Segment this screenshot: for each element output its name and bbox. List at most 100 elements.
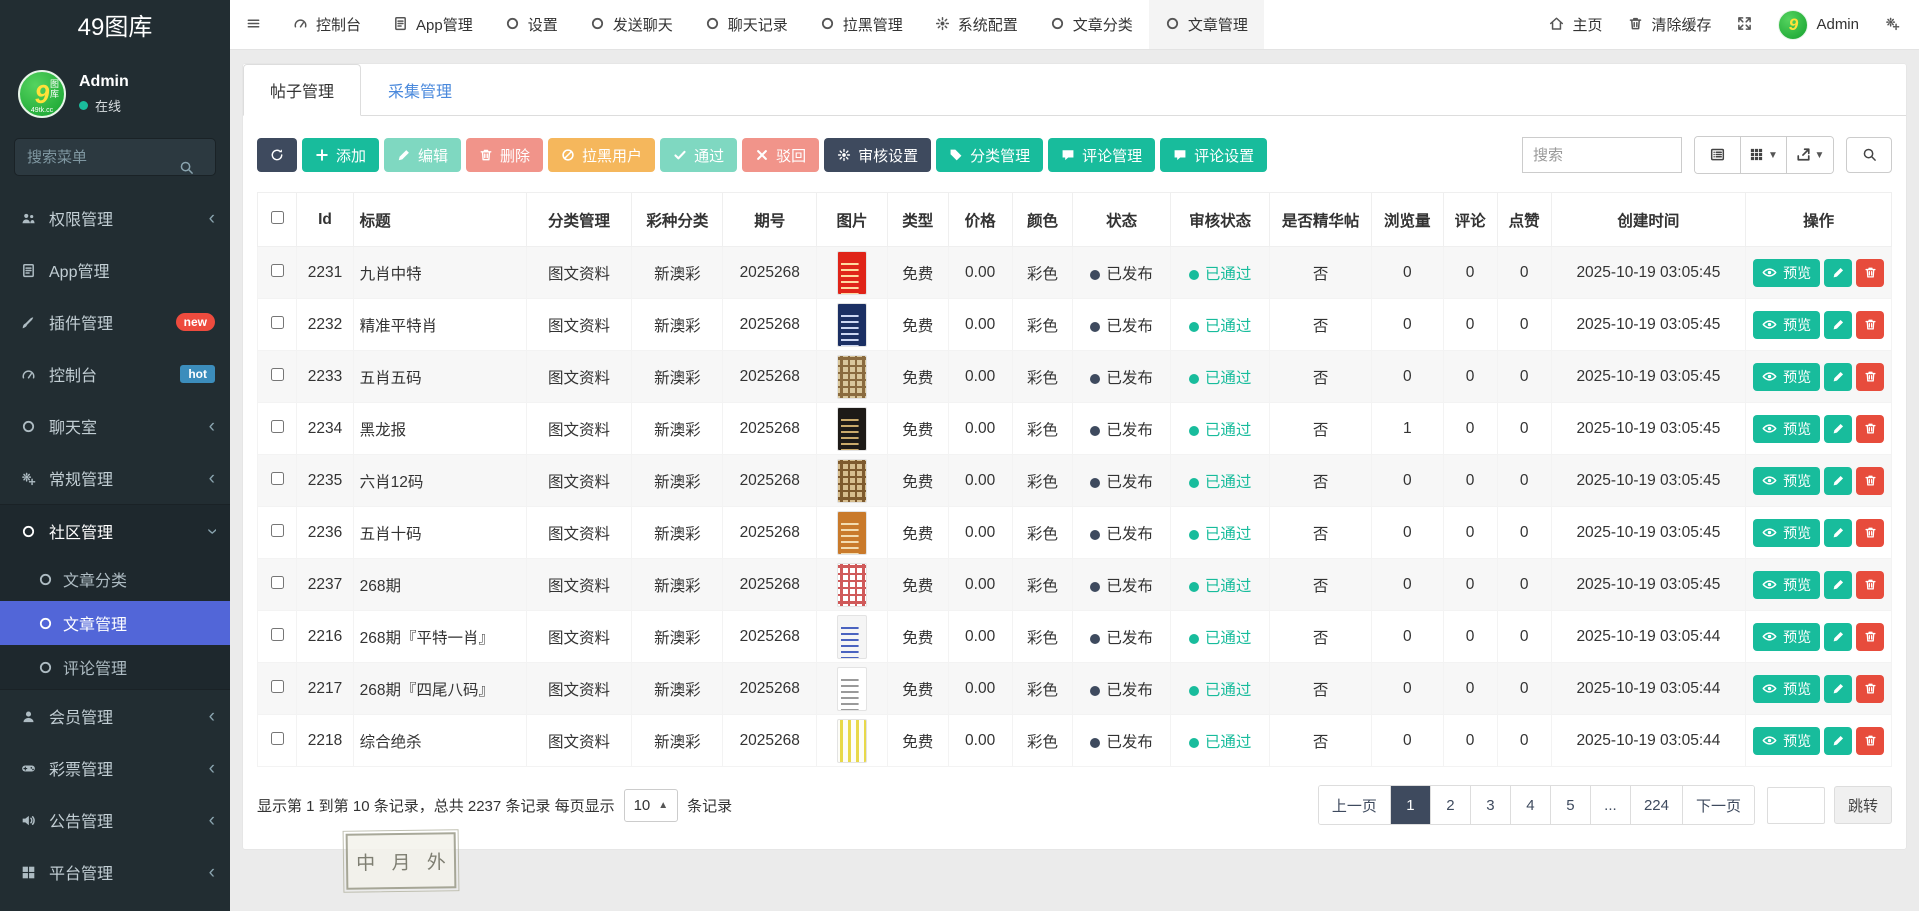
edit-row-button[interactable] [1824,675,1852,703]
sidebar-toggle-button[interactable] [230,0,277,49]
nav-item[interactable]: 系统配置 [919,0,1034,49]
page-button-3[interactable]: 3 [1471,786,1511,824]
post-thumbnail[interactable] [837,355,867,399]
edit-row-button[interactable] [1824,363,1852,391]
preview-button[interactable]: 预览 [1753,675,1820,703]
post-thumbnail[interactable] [837,719,867,763]
post-thumbnail[interactable] [837,459,867,503]
delete-row-button[interactable] [1856,467,1884,495]
sidebar-item[interactable]: 彩票管理‹ [0,742,230,794]
post-thumbnail[interactable] [837,511,867,555]
nav-item[interactable]: App管理 [377,0,489,49]
comment-manage-button[interactable]: 评论管理 [1048,138,1155,172]
row-checkbox[interactable] [271,472,284,485]
preview-button[interactable]: 预览 [1753,467,1820,495]
delete-row-button[interactable] [1856,363,1884,391]
row-checkbox[interactable] [271,368,284,381]
add-button[interactable]: 添加 [302,138,379,172]
delete-row-button[interactable] [1856,571,1884,599]
delete-row-button[interactable] [1856,519,1884,547]
nav-item[interactable]: 发送聊天 [574,0,689,49]
row-checkbox[interactable] [271,628,284,641]
nav-item[interactable]: 文章管理 [1149,0,1264,49]
post-thumbnail[interactable] [837,615,867,659]
tab-采集管理[interactable]: 采集管理 [361,64,479,116]
search-submit-button[interactable] [1846,137,1892,173]
nav-item[interactable]: 文章分类 [1034,0,1149,49]
export-button[interactable]: ▼ [1787,137,1833,173]
edit-row-button[interactable] [1824,727,1852,755]
page-button-1[interactable]: 1 [1391,786,1431,824]
page-button-...[interactable]: ... [1591,786,1631,824]
sidebar-item[interactable]: 会员管理‹ [0,690,230,742]
nav-item[interactable]: 设置 [489,0,574,49]
edit-row-button[interactable] [1824,467,1852,495]
avatar[interactable]: 9 图库 49tk.cc [18,70,66,118]
delete-row-button[interactable] [1856,675,1884,703]
blacklist-user-button[interactable]: 拉黑用户 [548,138,655,172]
table-search-input[interactable] [1522,137,1682,173]
preview-button[interactable]: 预览 [1753,415,1820,443]
delete-button[interactable]: 删除 [466,138,543,172]
preview-button[interactable]: 预览 [1753,259,1820,287]
detail-view-button[interactable] [1695,137,1741,173]
edit-row-button[interactable] [1824,259,1852,287]
reject-button[interactable]: 驳回 [742,138,819,172]
edit-row-button[interactable] [1824,571,1852,599]
sidebar-subitem[interactable]: 文章管理 [0,601,230,645]
preview-button[interactable]: 预览 [1753,519,1820,547]
settings-button[interactable] [1872,0,1913,49]
sidebar-item[interactable]: 公告管理‹ [0,794,230,846]
page-button-2[interactable]: 2 [1431,786,1471,824]
columns-button[interactable]: ▼ [1741,137,1787,173]
fullscreen-button[interactable] [1724,0,1765,49]
comment-settings-button[interactable]: 评论设置 [1160,138,1267,172]
row-checkbox[interactable] [271,420,284,433]
post-thumbnail[interactable] [837,667,867,711]
delete-row-button[interactable] [1856,727,1884,755]
page-button-5[interactable]: 5 [1551,786,1591,824]
page-button-4[interactable]: 4 [1511,786,1551,824]
sidebar-item[interactable]: 平台管理‹ [0,846,230,898]
preview-button[interactable]: 预览 [1753,623,1820,651]
row-checkbox[interactable] [271,680,284,693]
preview-button[interactable]: 预览 [1753,363,1820,391]
tab-帖子管理[interactable]: 帖子管理 [243,64,361,116]
sidebar-item[interactable]: 插件管理new [0,296,230,348]
page-button-224[interactable]: 224 [1631,786,1683,824]
clear-cache-button[interactable]: 清除缓存 [1615,0,1724,49]
row-checkbox[interactable] [271,524,284,537]
delete-row-button[interactable] [1856,415,1884,443]
post-thumbnail[interactable] [837,563,867,607]
edit-row-button[interactable] [1824,311,1852,339]
row-checkbox[interactable] [271,264,284,277]
delete-row-button[interactable] [1856,259,1884,287]
preview-button[interactable]: 预览 [1753,571,1820,599]
approve-button[interactable]: 通过 [660,138,737,172]
sidebar-item[interactable]: 控制台hot [0,348,230,400]
nav-item[interactable]: 控制台 [277,0,377,49]
row-checkbox[interactable] [271,316,284,329]
jump-button[interactable]: 跳转 [1834,786,1892,824]
preview-button[interactable]: 预览 [1753,311,1820,339]
audit-settings-button[interactable]: 审核设置 [824,138,931,172]
row-checkbox[interactable] [271,576,284,589]
sidebar-subitem[interactable]: 评论管理 [0,645,230,689]
nav-item[interactable]: 拉黑管理 [804,0,919,49]
sidebar-item[interactable]: 聊天室‹ [0,400,230,452]
jump-page-input[interactable] [1767,787,1825,824]
sidebar-item[interactable]: 常规管理‹ [0,452,230,504]
edit-row-button[interactable] [1824,415,1852,443]
preview-button[interactable]: 预览 [1753,727,1820,755]
user-menu[interactable]: 9 Admin [1765,0,1872,49]
home-button[interactable]: 主页 [1536,0,1615,49]
post-thumbnail[interactable] [837,407,867,451]
nav-item[interactable]: 聊天记录 [689,0,804,49]
page-button-上一页[interactable]: 上一页 [1319,786,1391,824]
category-manage-button[interactable]: 分类管理 [936,138,1043,172]
delete-row-button[interactable] [1856,311,1884,339]
post-thumbnail[interactable] [837,251,867,295]
sidebar-item[interactable]: App管理 [0,244,230,296]
row-checkbox[interactable] [271,732,284,745]
sidebar-item[interactable]: 权限管理‹ [0,192,230,244]
